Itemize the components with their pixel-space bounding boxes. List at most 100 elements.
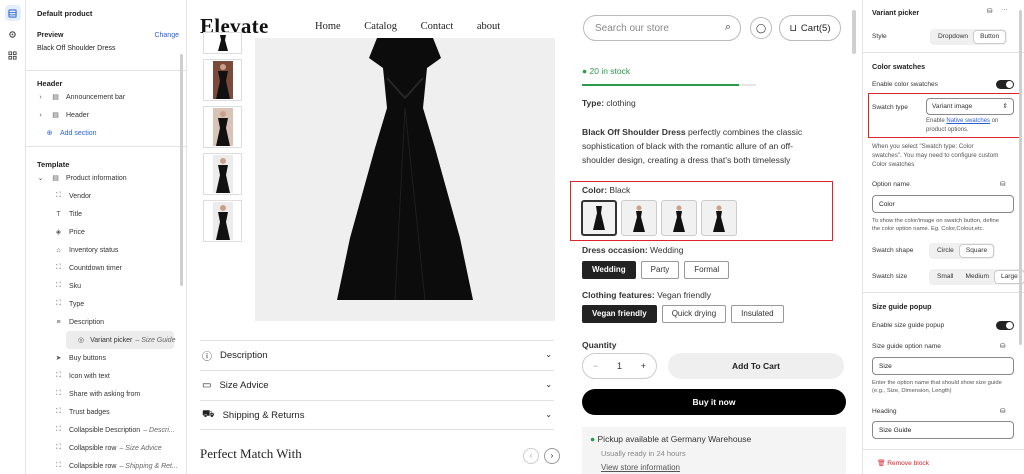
nav-catalog[interactable]: Catalog [364,21,397,32]
block-item[interactable]: ⛶ Sku [26,277,186,295]
add-to-cart-button[interactable]: Add To Cart [668,353,844,379]
nav-about[interactable]: about [477,21,500,32]
section-item-product-information[interactable]: ⌄ ▤ Product information [26,169,186,187]
block-item[interactable]: ⛶ Countdown timer [26,259,186,277]
block-item[interactable]: ⛶ Collapsible row – Shipping & Ret... [26,457,186,474]
accordion-size-advice[interactable]: ▭ Size Advice ⌄ [200,370,554,400]
main-nav: Home Catalog Contact about [315,21,521,32]
enable-color-swatches-toggle[interactable] [996,80,1014,89]
block-item[interactable]: ≡ Description [26,313,186,331]
apps-icon[interactable] [5,47,21,63]
stock-bar-fill [582,84,739,86]
database-icon[interactable]: ⛁ [1000,180,1006,188]
sections-icon[interactable] [4,5,21,21]
arrow-right-icon[interactable]: › [544,448,560,464]
database-icon[interactable]: ⛁ [1000,407,1006,415]
size-option-input[interactable]: Size [872,357,1014,375]
search-input[interactable]: Search our store ⌕ [583,15,741,41]
store-info-link[interactable]: View store information [601,463,838,472]
native-swatches-link[interactable]: Native swatches [946,118,990,124]
heading-input[interactable]: Size Guide [872,421,1014,439]
thumbnail[interactable] [203,32,242,54]
swatch-image[interactable] [701,200,737,236]
preview-change-link[interactable]: Change [154,32,179,39]
swatch-size-label: Swatch size [872,273,908,280]
database-icon[interactable]: ⛁ [987,7,993,15]
style-dropdown[interactable]: Dropdown [932,31,974,43]
option-name-input[interactable]: Color [872,195,1014,213]
box-icon: ⌂ [56,246,61,254]
swatch-black[interactable] [581,200,617,236]
corners-icon: ⛶ [56,282,61,289]
accordion-description[interactable]: ⓘ Description ⌄ [200,340,554,370]
chevron-down-icon: ⌄ [545,410,552,419]
section-item-announcement[interactable]: › ▤ Announcement bar [26,88,186,106]
option-name-label: Option name [872,181,910,188]
remove-block-button[interactable]: 🗑 Remove block [877,459,929,467]
block-item[interactable]: ⛶ Trust badges [26,403,186,421]
buy-now-button[interactable]: Buy it now [582,389,846,415]
arrow-left-icon[interactable]: ‹ [523,448,539,464]
enable-size-guide-label: Enable size guide popup [872,322,945,329]
corners-icon: ⛶ [56,264,61,271]
settings-scrollbar[interactable] [1019,10,1022,345]
shape-square[interactable]: Square [959,245,994,257]
corners-icon: ⛶ [56,462,61,469]
block-item[interactable]: ⌂ Inventory status [26,241,186,259]
block-item[interactable]: ⛶ Vendor [26,187,186,205]
swatch-type-select[interactable]: Variant image ⇕ [926,98,1014,115]
swatch-size-segmented: Small Medium Large [929,269,1024,285]
block-item[interactable]: T Title [26,205,186,223]
chevron-down-icon: ⌄ [545,350,552,359]
option-vegan[interactable]: Vegan friendly [582,305,657,323]
block-item[interactable]: ⛶ Collapsible Description – Descri... [26,421,186,439]
panel-scrollbar[interactable] [180,54,183,286]
shape-circle[interactable]: Circle [931,245,960,257]
add-section-button[interactable]: ⊕ Add section [26,124,186,142]
block-item-variant-picker[interactable]: ◎ Variant picker – Size Guide [66,331,175,349]
size-small[interactable]: Small [931,271,960,283]
option-quick-drying[interactable]: Quick drying [661,305,727,323]
preview-product: Black Off Shoulder Dress [37,45,116,52]
swatch-image[interactable] [661,200,697,236]
option-wedding[interactable]: Wedding [582,261,636,279]
nav-home[interactable]: Home [315,21,341,32]
thumbnail[interactable] [203,59,242,101]
option-insulated[interactable]: Insulated [731,305,784,323]
block-item[interactable]: ◈ Price [26,223,186,241]
database-icon[interactable]: ⛁ [1000,342,1006,350]
swatch-image[interactable] [621,200,657,236]
thumbnail[interactable] [203,200,242,242]
minus-icon[interactable]: − [593,361,598,371]
block-item[interactable]: ⛶ Type [26,295,186,313]
block-item[interactable]: ⛶ Share with asking from [26,385,186,403]
nav-contact[interactable]: Contact [421,21,454,32]
section-item-header[interactable]: › ▤ Header [26,106,186,124]
enable-size-guide-toggle[interactable] [996,321,1014,330]
plus-icon[interactable]: + [641,361,646,371]
quantity-stepper[interactable]: − 1 + [582,353,657,379]
product-main-image[interactable] [255,38,555,321]
swatch-shape-label: Swatch shape [872,247,914,254]
swatch-type-help: Enable Native swatches on [926,118,999,124]
account-icon[interactable]: ◯ [750,17,772,39]
thumbnail[interactable] [203,106,242,148]
size-medium[interactable]: Medium [960,271,995,283]
thumbnail[interactable] [203,153,242,195]
cart-button[interactable]: ⊔ Cart(5) [779,15,841,41]
option-party[interactable]: Party [640,261,680,279]
chevron-down-icon: ⌄ [37,175,44,182]
style-segmented: Dropdown Button [930,29,1008,45]
style-button[interactable]: Button [974,31,1006,43]
heading-label: Heading [872,408,897,415]
variant-icon: ◎ [78,337,85,344]
block-item[interactable]: ⛶ Icon with text [26,367,186,385]
block-item[interactable]: ➤ Buy buttons [26,349,186,367]
accordion-shipping[interactable]: ⛟ Shipping & Returns ⌄ [200,400,554,430]
option-formal[interactable]: Formal [684,261,730,279]
gear-icon[interactable] [5,26,21,42]
store-preview: Elevate Home Catalog Contact about Searc… [188,0,848,474]
preview-scrollbar[interactable] [847,0,861,474]
block-item[interactable]: ⛶ Collapsible row – Size Advice [26,439,186,457]
more-icon[interactable]: ··· [1001,6,1008,13]
